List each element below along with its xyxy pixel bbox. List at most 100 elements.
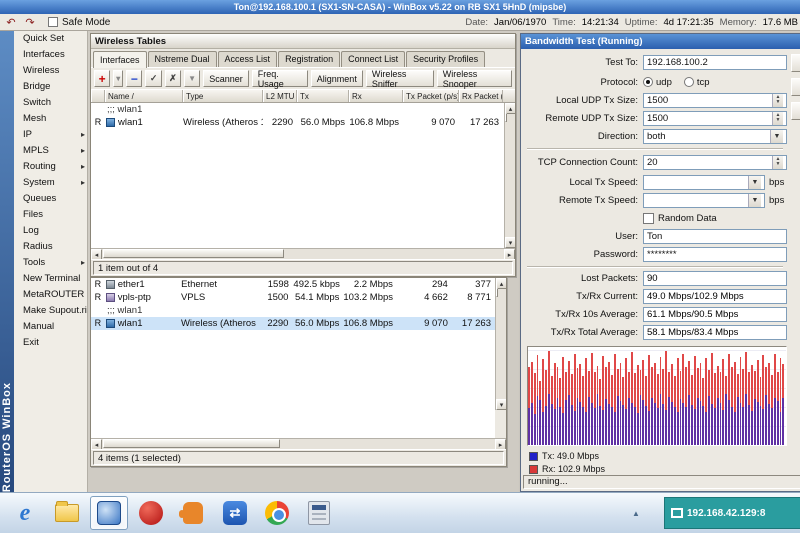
sidebar-item-wireless[interactable]: Wireless — [14, 63, 87, 79]
sidebar-item-system[interactable]: System▸ — [14, 175, 87, 191]
tab-security-profiles[interactable]: Security Profiles — [406, 51, 485, 67]
sidebar-item-ip[interactable]: IP▸ — [14, 127, 87, 143]
scroll-thumb[interactable] — [103, 249, 284, 258]
sidebar-item-label: Files — [23, 207, 87, 223]
column-header-name[interactable]: Name / — [105, 90, 183, 102]
local-udp-tx-size-input[interactable]: 1500 ▲▼ — [643, 93, 787, 108]
protocol-udp-radio[interactable] — [643, 77, 653, 87]
remote-udp-tx-size-input[interactable]: 1500 ▲▼ — [643, 111, 787, 126]
sidebar-item-tools[interactable]: Tools▸ — [14, 255, 87, 271]
wireless-sniffer-button[interactable]: Wireless Sniffer — [366, 70, 434, 87]
table-row-vpls-ptp[interactable]: Rvpls-ptpVPLS150054.1 Mbps103.2 Mbps4 66… — [91, 291, 495, 304]
column-header-txp[interactable]: Tx Packet (p/s) — [403, 90, 459, 102]
sidebar-item-queues[interactable]: Queues — [14, 191, 87, 207]
column-header-mtu[interactable]: L2 MTU — [263, 90, 297, 102]
scroll-thumb[interactable] — [103, 439, 280, 448]
vertical-scrollbar[interactable]: ▴ ▾ — [495, 278, 506, 410]
taskbar-hand-app-button[interactable] — [174, 496, 212, 530]
table-row-ether1[interactable]: Rether1Ethernet1598492.5 kbps2.2 Mbps294… — [91, 278, 495, 291]
horizontal-scrollbar[interactable]: ◂ ▸ — [91, 438, 506, 449]
sidebar-item-exit[interactable]: Exit — [14, 335, 87, 351]
taskbar-internet-explorer-button[interactable]: e — [6, 496, 44, 530]
sidebar-item-files[interactable]: Files — [14, 207, 87, 223]
column-header-rxp[interactable]: Rx Packet (p/s) — [459, 90, 503, 102]
scroll-down-icon[interactable]: ▾ — [505, 237, 515, 248]
vertical-scrollbar[interactable]: ▴ ▾ — [504, 103, 515, 248]
sidebar-item-mpls[interactable]: MPLS▸ — [14, 143, 87, 159]
sidebar-item-label: MetaROUTER — [23, 287, 87, 303]
disable-icon[interactable]: ✗ — [165, 70, 181, 87]
taskbar-teamviewer-button[interactable]: ⇄ — [216, 496, 254, 530]
tab-connect-list[interactable]: Connect List — [341, 51, 405, 67]
sidebar-item-mesh[interactable]: Mesh — [14, 111, 87, 127]
wireless-snooper-button[interactable]: Wireless Snooper — [437, 70, 512, 87]
freq-usage-button[interactable]: Freq. Usage — [252, 70, 308, 87]
taskbar-chrome-button[interactable] — [258, 496, 296, 530]
tab-registration[interactable]: Registration — [278, 51, 340, 67]
local-tx-speed-dropdown[interactable]: ▼ — [643, 175, 765, 190]
horizontal-scrollbar[interactable]: ◂ ▸ — [91, 248, 515, 259]
password-input[interactable]: ******** — [643, 247, 787, 262]
show-hidden-icons-button[interactable]: ▲ — [628, 503, 644, 523]
taskbar-red-browser-button[interactable] — [132, 496, 170, 530]
spinner-arrows-icon[interactable]: ▲▼ — [772, 156, 783, 169]
tcp-connection-count-input[interactable]: 20 ▲▼ — [643, 155, 787, 170]
taskbar-winbox-button[interactable] — [90, 496, 128, 530]
scroll-thumb[interactable] — [505, 113, 507, 122]
clipped-side-button-3[interactable] — [791, 102, 800, 120]
table-row-comment[interactable]: ;;; wlan1 — [91, 304, 495, 317]
sidebar-item-new-terminal[interactable]: New Terminal — [14, 271, 87, 287]
column-header-tx[interactable]: Tx — [297, 90, 349, 102]
enable-icon[interactable]: ✓ — [145, 70, 161, 87]
tab-nstreme-dual[interactable]: Nstreme Dual — [148, 51, 217, 67]
taskbar-file-explorer-button[interactable] — [48, 496, 86, 530]
sidebar-item-metarouter[interactable]: MetaROUTER — [14, 287, 87, 303]
table-row-wlan1[interactable]: Rwlan1Wireless (Atheros 11N)229056.0 Mbp… — [91, 116, 515, 129]
remove-icon[interactable]: − — [126, 70, 142, 87]
alignment-button[interactable]: Alignment — [311, 70, 363, 87]
tx-bar — [751, 411, 753, 445]
spinner-arrows-icon[interactable]: ▲▼ — [772, 94, 783, 107]
scroll-thumb[interactable] — [496, 288, 498, 297]
sidebar-item-manual[interactable]: Manual — [14, 319, 87, 335]
sidebar-item-interfaces[interactable]: Interfaces — [14, 47, 87, 63]
column-header-rx[interactable]: Rx — [349, 90, 403, 102]
direction-dropdown[interactable]: both ▼ — [643, 129, 787, 144]
tab-access-list[interactable]: Access List — [218, 51, 278, 67]
add-dropdown-icon[interactable]: ▾ — [113, 70, 123, 87]
sidebar-item-switch[interactable]: Switch — [14, 95, 87, 111]
column-header-flag[interactable] — [91, 90, 105, 102]
spinner-arrows-icon[interactable]: ▲▼ — [772, 112, 783, 125]
taskbar-calculator-button[interactable] — [300, 496, 338, 530]
filter-icon[interactable]: ▼ — [184, 70, 200, 87]
add-icon[interactable]: + — [94, 70, 110, 87]
tab-interfaces[interactable]: Interfaces — [93, 51, 147, 68]
user-input[interactable]: Ton — [643, 229, 787, 244]
sidebar-item-quick-set[interactable]: Quick Set — [14, 31, 87, 47]
chevron-down-icon[interactable]: ▼ — [748, 194, 761, 207]
safe-mode-checkbox[interactable] — [48, 17, 58, 27]
scroll-down-icon[interactable]: ▾ — [496, 399, 506, 410]
sidebar-item-log[interactable]: Log — [14, 223, 87, 239]
sidebar-item-make-supout-rif[interactable]: Make Supout.rif — [14, 303, 87, 319]
tx-bar — [625, 409, 627, 445]
chevron-down-icon[interactable]: ▼ — [770, 130, 783, 143]
protocol-tcp-radio[interactable] — [684, 77, 694, 87]
table-row-wlan1[interactable]: Rwlan1Wireless (Atheros 11N)229056.0 Mbp… — [91, 317, 495, 330]
remote-tx-speed-dropdown[interactable]: ▼ — [643, 193, 765, 208]
redo-button[interactable]: ↷ — [21, 15, 39, 29]
scanner-button[interactable]: Scanner — [203, 70, 249, 87]
sidebar-item-bridge[interactable]: Bridge — [14, 79, 87, 95]
tray-address-badge[interactable]: 192.168.42.129:8 — [664, 497, 800, 529]
sidebar-item-routing[interactable]: Routing▸ — [14, 159, 87, 175]
os-taskbar: e ⇄ ▲ 192.168.42.129:8 — [0, 492, 800, 533]
random-data-checkbox[interactable] — [643, 213, 654, 224]
clipped-side-button-1[interactable] — [791, 54, 800, 72]
test-to-input[interactable]: 192.168.100.2 — [643, 55, 787, 70]
table-row-comment[interactable]: ;;; wlan1 — [91, 103, 515, 116]
sidebar-item-radius[interactable]: Radius — [14, 239, 87, 255]
undo-button[interactable]: ↶ — [2, 15, 20, 29]
clipped-side-button-2[interactable] — [791, 78, 800, 96]
chevron-down-icon[interactable]: ▼ — [748, 176, 761, 189]
column-header-type[interactable]: Type — [183, 90, 263, 102]
